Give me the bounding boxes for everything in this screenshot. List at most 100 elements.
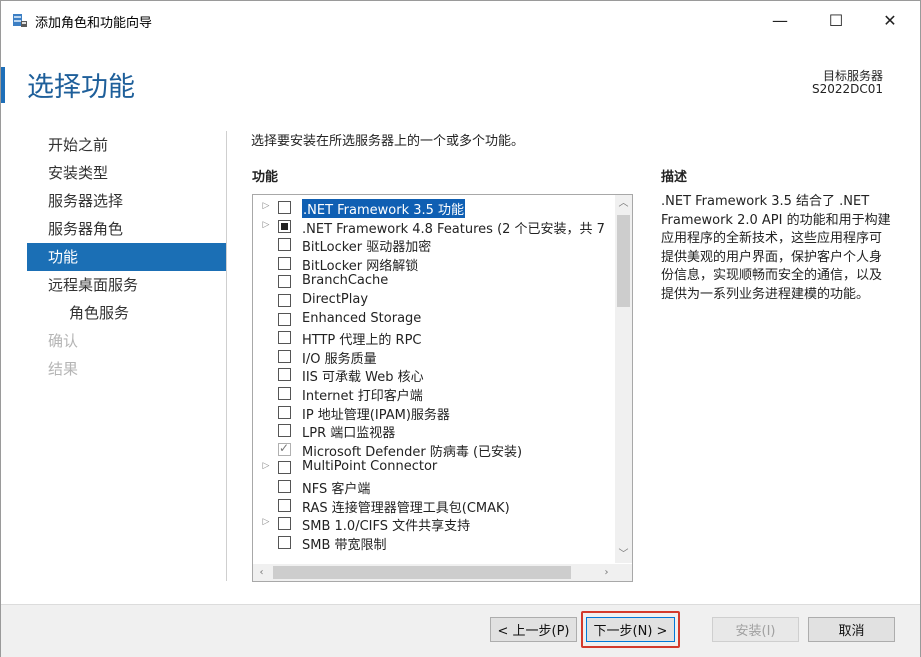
feature-row[interactable]: Enhanced Storage <box>253 311 613 330</box>
feature-row[interactable]: I/O 服务质量 <box>253 348 613 367</box>
feature-label[interactable]: .NET Framework 3.5 功能 <box>302 199 466 218</box>
maximize-icon: ☐ <box>828 10 844 30</box>
vertical-scrollbar[interactable]: ︿ ﹀ <box>615 195 632 563</box>
page-title: 选择功能 <box>27 72 135 103</box>
nav-item-before-you-begin[interactable]: 开始之前 <box>27 131 227 159</box>
feature-checkbox[interactable] <box>278 535 291 549</box>
feature-row[interactable]: BranchCache <box>253 273 613 292</box>
feature-checkbox[interactable] <box>278 386 291 400</box>
feature-row[interactable]: LPR 端口监视器 <box>253 422 613 441</box>
description-heading: 描述 <box>661 170 688 185</box>
close-icon: ✕ <box>883 10 897 30</box>
minimize-button[interactable]: — <box>757 1 803 39</box>
feature-label[interactable]: BitLocker 网络解锁 <box>302 255 418 274</box>
feature-checkbox[interactable] <box>278 219 291 233</box>
feature-label[interactable]: NFS 客户端 <box>302 478 370 497</box>
feature-row[interactable]: IIS 可承载 Web 核心 <box>253 366 613 385</box>
nav-item-remote-desktop-services[interactable]: 远程桌面服务 <box>27 271 227 299</box>
feature-label[interactable]: IIS 可承载 Web 核心 <box>302 366 424 385</box>
feature-label[interactable]: Microsoft Defender 防病毒 (已安装) <box>302 441 522 460</box>
nav-divider <box>226 131 227 581</box>
feature-row[interactable]: ▷ MultiPoint Connector <box>253 459 613 478</box>
wizard-nav: 开始之前 安装类型 服务器选择 服务器角色 功能 远程桌面服务 角色服务 确认 … <box>27 131 227 383</box>
feature-checkbox[interactable] <box>278 479 291 493</box>
expand-icon[interactable]: ▷ <box>261 517 271 527</box>
feature-row[interactable]: BitLocker 网络解锁 <box>253 255 613 274</box>
scroll-left-icon[interactable]: ‹ <box>253 564 270 581</box>
feature-checkbox[interactable] <box>278 256 291 270</box>
feature-checkbox[interactable] <box>278 331 291 345</box>
feature-label[interactable]: BitLocker 驱动器加密 <box>302 236 431 255</box>
feature-row[interactable]: DirectPlay <box>253 292 613 311</box>
feature-label[interactable]: Enhanced Storage <box>302 311 421 326</box>
expand-icon[interactable]: ▷ <box>261 461 271 471</box>
feature-label[interactable]: I/O 服务质量 <box>302 348 377 367</box>
feature-label[interactable]: IP 地址管理(IPAM)服务器 <box>302 404 450 423</box>
feature-row[interactable]: ▷ SMB 1.0/CIFS 文件共享支持 <box>253 515 613 534</box>
horizontal-scrollbar[interactable]: ‹ › <box>253 564 615 581</box>
feature-checkbox[interactable] <box>278 275 291 289</box>
feature-row[interactable]: RAS 连接管理器管理工具包(CMAK) <box>253 497 613 516</box>
feature-row[interactable]: HTTP 代理上的 RPC <box>253 329 613 348</box>
feature-label[interactable]: SMB 1.0/CIFS 文件共享支持 <box>302 515 470 534</box>
feature-checkbox[interactable] <box>278 424 291 438</box>
feature-checkbox <box>278 441 291 456</box>
feature-row[interactable]: NFS 客户端 <box>253 478 613 497</box>
scroll-right-icon[interactable]: › <box>598 564 615 581</box>
feature-label[interactable]: SMB 带宽限制 <box>302 534 387 553</box>
instruction-text: 选择要安装在所选服务器上的一个或多个功能。 <box>251 134 525 149</box>
expand-icon[interactable]: ▷ <box>261 220 271 230</box>
feature-row[interactable]: Microsoft Defender 防病毒 (已安装) <box>253 441 613 460</box>
feature-row[interactable]: SMB 带宽限制 <box>253 534 613 553</box>
cancel-button[interactable]: 取消 <box>808 617 895 642</box>
feature-checkbox[interactable] <box>278 498 291 512</box>
scrollbar-corner <box>615 564 632 581</box>
nav-item-features[interactable]: 功能 <box>27 243 227 271</box>
nav-item-confirmation: 确认 <box>48 332 79 350</box>
window-title: 添加角色和功能向导 <box>35 16 153 31</box>
feature-label[interactable]: MultiPoint Connector <box>302 459 437 474</box>
feature-label[interactable]: BranchCache <box>302 273 388 288</box>
feature-checkbox[interactable] <box>278 312 291 326</box>
feature-label[interactable]: .NET Framework 4.8 Features (2 个已安装，共 7 <box>302 218 605 237</box>
feature-checkbox[interactable] <box>278 293 291 307</box>
wizard-window: 添加角色和功能向导 — ☐ ✕ 选择功能 目标服务器 S2022DC01 开始之… <box>0 0 921 657</box>
close-button[interactable]: ✕ <box>867 1 913 39</box>
scroll-down-icon[interactable]: ﹀ <box>615 546 632 563</box>
previous-button[interactable]: < 上一步(P) <box>490 617 577 642</box>
vertical-scroll-thumb[interactable] <box>617 215 630 307</box>
feature-checkbox[interactable] <box>278 368 291 382</box>
features-heading: 功能 <box>252 170 279 185</box>
feature-label[interactable]: HTTP 代理上的 RPC <box>302 329 421 348</box>
feature-label[interactable]: RAS 连接管理器管理工具包(CMAK) <box>302 497 510 516</box>
feature-checkbox[interactable] <box>278 517 291 531</box>
feature-row[interactable]: BitLocker 驱动器加密 <box>253 236 613 255</box>
feature-checkbox[interactable] <box>278 201 291 214</box>
feature-row[interactable]: IP 地址管理(IPAM)服务器 <box>253 404 613 423</box>
feature-checkbox[interactable] <box>278 405 291 419</box>
maximize-button[interactable]: ☐ <box>813 1 859 39</box>
description-text: .NET Framework 3.5 结合了 .NET Framework 2.… <box>661 194 891 302</box>
target-server-value: S2022DC01 <box>811 82 883 96</box>
nav-item-server-roles[interactable]: 服务器角色 <box>27 215 227 243</box>
feature-label[interactable]: Internet 打印客户端 <box>302 385 423 404</box>
horizontal-scroll-thumb[interactable] <box>273 566 571 579</box>
nav-item-server-selection[interactable]: 服务器选择 <box>27 187 227 215</box>
title-bar: 添加角色和功能向导 — ☐ ✕ <box>1 1 920 39</box>
feature-row[interactable]: Internet 打印客户端 <box>253 385 613 404</box>
feature-label[interactable]: LPR 端口监视器 <box>302 422 395 441</box>
feature-checkbox[interactable] <box>278 349 291 363</box>
nav-item-role-services[interactable]: 角色服务 <box>27 299 227 327</box>
header-accent-bar <box>1 67 5 103</box>
feature-label[interactable]: DirectPlay <box>302 292 368 307</box>
nav-item-installation-type[interactable]: 安装类型 <box>27 159 227 187</box>
expand-icon[interactable]: ▷ <box>261 201 271 211</box>
feature-checkbox[interactable] <box>278 238 291 252</box>
features-tree-items: ▷ .NET Framework 3.5 功能 ▷ .NET Framework 4.… <box>253 199 613 553</box>
feature-row[interactable]: ▷ .NET Framework 4.8 Features (2 个已安装，共 7 <box>253 218 613 237</box>
features-tree-list[interactable]: ▷ .NET Framework 3.5 功能 ▷ .NET Framework 4.… <box>252 194 633 582</box>
scroll-up-icon[interactable]: ︿ <box>615 195 632 212</box>
feature-checkbox[interactable] <box>278 461 291 475</box>
feature-row[interactable]: ▷ .NET Framework 3.5 功能 <box>253 199 613 218</box>
nav-item-results: 结果 <box>48 360 79 378</box>
